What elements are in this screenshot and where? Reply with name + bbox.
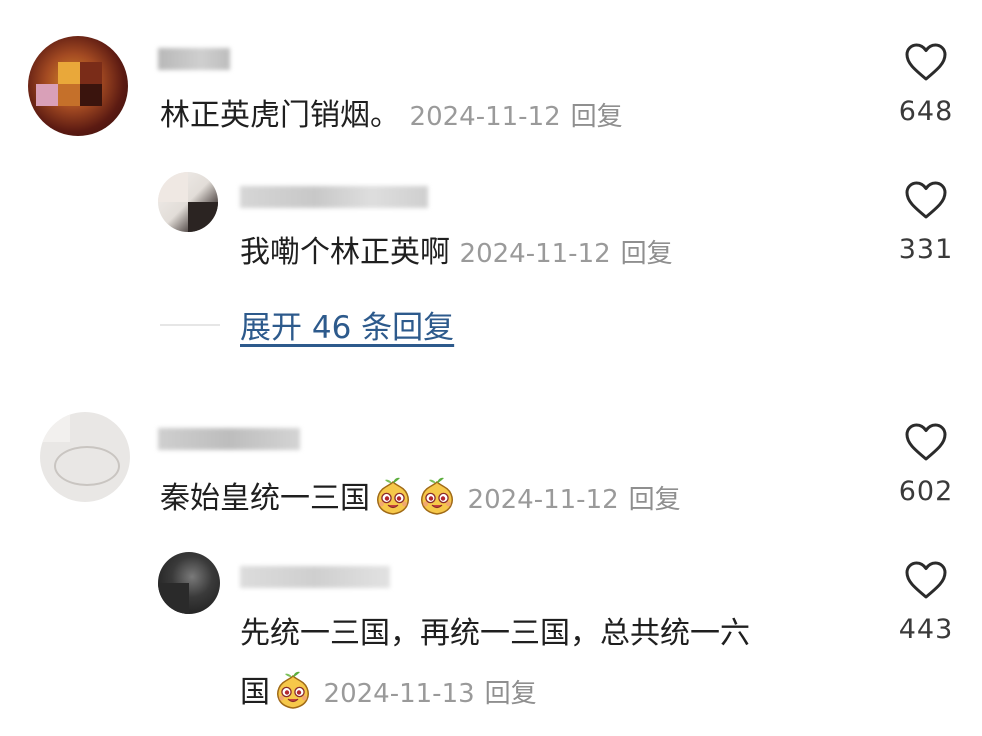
- reply-body-line1: 先统一三国，再统一三国，总共统一六: [240, 616, 750, 651]
- username-blurred[interactable]: [240, 566, 390, 588]
- like-count: 648: [898, 96, 954, 127]
- username-blurred[interactable]: [240, 186, 428, 208]
- like-button[interactable]: 602: [886, 422, 966, 507]
- username-blurred[interactable]: [158, 48, 230, 70]
- reply-date: 2024-11-12: [459, 239, 611, 269]
- username-blurred[interactable]: [158, 428, 300, 450]
- comment-body: 林正英虎门销烟。: [160, 98, 400, 133]
- reply-text: 我嘞个林正英啊 2024-11-12 回复: [240, 233, 673, 274]
- like-button[interactable]: 331: [886, 180, 966, 265]
- avatar[interactable]: [158, 172, 218, 232]
- heart-outline-icon: [904, 42, 948, 82]
- reply-text-line2: 国 2024-11-13 回复: [240, 670, 537, 714]
- comment-date: 2024-11-12: [467, 485, 619, 515]
- reply-text: 先统一三国，再统一三国，总共统一六: [240, 614, 750, 654]
- pear-face-emoji: [372, 476, 414, 518]
- comment-body: 秦始皇统一三国: [160, 481, 370, 516]
- reply-body-line2: 国: [240, 675, 270, 710]
- like-count: 331: [898, 234, 954, 265]
- like-count: 443: [898, 614, 954, 645]
- pear-face-emoji: [416, 476, 458, 518]
- avatar[interactable]: [158, 552, 220, 614]
- reply-date: 2024-11-13: [323, 679, 475, 709]
- like-count: 602: [898, 476, 954, 507]
- comment-text: 林正英虎门销烟。 2024-11-12 回复: [160, 96, 623, 137]
- heart-outline-icon: [904, 422, 948, 462]
- reply-button[interactable]: 回复: [629, 485, 681, 515]
- heart-outline-icon: [904, 180, 948, 220]
- avatar[interactable]: [28, 36, 128, 136]
- heart-outline-icon: [904, 560, 948, 600]
- comment-date: 2024-11-12: [409, 102, 561, 132]
- comment-text: 秦始皇统一三国 2024-11-12 回复: [160, 476, 681, 520]
- like-button[interactable]: 443: [886, 560, 966, 645]
- reply-button[interactable]: 回复: [485, 679, 537, 709]
- like-button[interactable]: 648: [886, 42, 966, 127]
- reply-button[interactable]: 回复: [621, 239, 673, 269]
- divider-line: [160, 324, 220, 326]
- avatar[interactable]: [40, 412, 130, 502]
- reply-button[interactable]: 回复: [571, 102, 623, 132]
- reply-body: 我嘞个林正英啊: [240, 235, 450, 270]
- pear-face-emoji: [272, 670, 314, 712]
- expand-replies-link[interactable]: 展开 46 条回复: [240, 302, 454, 347]
